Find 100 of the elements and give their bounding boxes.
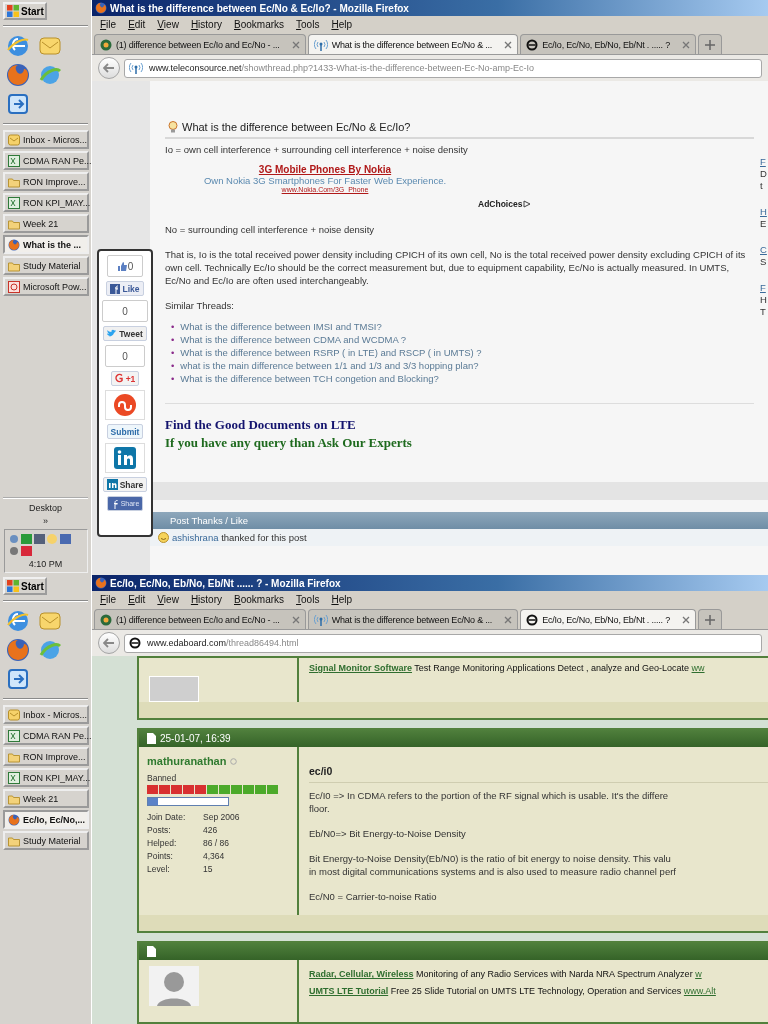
menu-item[interactable]: View <box>157 594 179 605</box>
ad-link[interactable]: Radar, Cellular, Wireless <box>309 969 414 979</box>
stat-value: 86 / 86 <box>203 838 230 848</box>
sidebar-text: T <box>760 306 767 318</box>
taskbar-button[interactable]: Week 21 <box>3 789 89 808</box>
thread-link[interactable]: What is the difference between TCH congetion and Blocking? <box>180 372 439 385</box>
ad-choices-link[interactable]: AdChoices <box>478 199 532 209</box>
sidebar-text: S <box>760 256 768 268</box>
thanks-bar: Post Thanks / Like <box>150 512 768 529</box>
tweet-button[interactable]: Tweet <box>103 326 147 341</box>
post-text: Io = own cell interference + surrounding cell interference + noise density <box>165 143 469 156</box>
taskbar-button[interactable]: Inbox - Micros... <box>3 705 89 724</box>
taskbar-button[interactable]: Study Material <box>3 256 89 275</box>
sidebar-text: t <box>760 180 764 192</box>
submit-button[interactable]: Submit <box>106 424 144 439</box>
spreadsheet-icon <box>8 729 20 742</box>
browser-tab[interactable]: Ec/Io, Ec/No, Eb/No, Eb/Nt . ..... ? <box>520 34 696 54</box>
taskbar-button[interactable]: Ec/Io, Ec/No,... <box>3 810 89 829</box>
menu-item[interactable]: Help <box>331 19 352 30</box>
ad-link[interactable]: UMTS LTE Tutorial <box>309 986 389 996</box>
swirl-logo-icon[interactable] <box>105 390 145 420</box>
fox-globe-icon <box>8 238 20 251</box>
sidebar-text: E <box>760 218 768 230</box>
menu-item[interactable]: Tools <box>296 594 320 605</box>
share-button[interactable]: Share <box>102 477 148 492</box>
sidebar-text: H <box>760 294 768 306</box>
back-button[interactable] <box>98 632 120 654</box>
menu-item[interactable]: Bookmarks <box>234 594 285 605</box>
close-icon <box>291 615 300 624</box>
thread-link[interactable]: What is the difference between IMSI and TMSI? <box>180 320 382 333</box>
menu-item[interactable]: Edit <box>128 19 146 30</box>
start-button[interactable]: Start <box>3 2 47 20</box>
username-link[interactable]: mathuranathan <box>147 755 227 767</box>
thumbs-up-icon <box>116 260 128 272</box>
new-tab-button[interactable] <box>698 34 722 54</box>
menu-item[interactable]: File <box>100 594 117 605</box>
ad-url[interactable]: www.Alt <box>683 986 716 996</box>
sidebar-link[interactable]: H <box>760 206 768 218</box>
expand-chevron[interactable]: » <box>43 516 48 526</box>
left-arrow-icon <box>103 63 115 73</box>
menu-item[interactable]: Edit <box>128 594 146 605</box>
folder-icon <box>8 750 20 763</box>
bullet: • <box>171 346 175 359</box>
taskbar-button[interactable]: RON KPI_MAY... <box>3 768 89 787</box>
sidebar-link[interactable]: F <box>760 156 768 168</box>
taskbar-button[interactable]: Inbox - Micros... <box>3 130 89 149</box>
spreadsheet-icon <box>8 196 20 209</box>
browser-tab[interactable]: What is the difference between Ec/No & ... <box>307 34 519 54</box>
ad-text: Monitoring of any Radio Services with Narda NRA Spectrum Analyzer <box>416 969 693 979</box>
sidebar-link[interactable]: C <box>760 244 768 256</box>
ad-headline[interactable]: 3G Mobile Phones By Nokia <box>258 164 392 175</box>
sidebar-link[interactable]: F <box>760 282 768 294</box>
post-header: 25-01-07, 16:39 <box>139 730 768 747</box>
menu-item[interactable]: Tools <box>296 19 320 30</box>
fox-globe-icon <box>95 2 107 14</box>
stat-label: Points: <box>147 851 174 861</box>
desktop-label[interactable]: Desktop <box>29 503 62 513</box>
arrow-window-icon <box>6 667 30 691</box>
menu-item[interactable]: File <box>100 19 117 30</box>
thread-link[interactable]: What is the difference between RSRP ( in LTE) and RSCP ( in UMTS) ? <box>180 346 482 359</box>
thread-link[interactable]: what is the main difference between 1/1 and 1/3 and 3/3 hopping plan? <box>180 359 479 372</box>
menu-item[interactable]: Help <box>331 594 352 605</box>
menu-item[interactable]: History <box>190 19 222 30</box>
ad-url[interactable]: w <box>695 969 702 979</box>
address-field[interactable]: www.teleconsource.net/showthread.php?1433-What-is-the-difference-between-Ec-No-amp-Ec-Io <box>124 58 762 78</box>
windows-flag-icon <box>7 580 19 592</box>
post-text: Ec/N0 = Carrier-to-noise Ratio <box>309 890 438 903</box>
address-field[interactable]: www.edaboard.com/thread86494.html <box>124 633 762 653</box>
taskbar-button[interactable]: RON Improve... <box>3 172 89 191</box>
taskbar-button[interactable]: Study Material <box>3 831 89 850</box>
ad-url[interactable]: ww <box>691 663 705 673</box>
browser-tab[interactable]: Ec/Io, Ec/No, Eb/No, Eb/Nt . ..... ? <box>520 609 696 629</box>
in-logo-icon[interactable] <box>105 443 145 473</box>
swirl-globe-icon <box>38 638 62 662</box>
taskbar-button[interactable]: RON Improve... <box>3 747 89 766</box>
document-icon <box>147 733 156 744</box>
taskbar-button[interactable]: RON KPI_MAY... <box>3 193 89 212</box>
arrow-window-icon <box>6 92 30 116</box>
promo-text[interactable]: Find the Good Documents on LTE <box>165 416 754 434</box>
back-button[interactable] <box>98 57 120 79</box>
start-button[interactable]: Start <box>3 577 47 595</box>
promo-text[interactable]: If you have any query than Ask Our Experts <box>165 434 754 452</box>
like-button[interactable]: Like <box>106 281 144 296</box>
new-tab-button[interactable] <box>698 609 722 629</box>
taskbar-button[interactable]: What is the ... <box>3 235 89 254</box>
fox-globe-icon <box>8 813 20 826</box>
taskbar-button[interactable]: Microsoft Pow... <box>3 277 89 296</box>
browser-tab[interactable]: (1) difference between Ec/Io and Ec/No - ... <box>94 609 306 629</box>
menu-item[interactable]: View <box>157 19 179 30</box>
plus-one-button[interactable]: +1 <box>110 371 140 386</box>
menu-item[interactable]: Bookmarks <box>234 19 285 30</box>
browser-tab[interactable]: What is the difference between Ec/No & ... <box>307 609 519 629</box>
browser-tab[interactable]: (1) difference between Ec/Io and Ec/No - ... <box>94 34 306 54</box>
ad-link[interactable]: Signal Monitor Software <box>309 663 412 673</box>
taskbar-button[interactable]: CDMA RAN Pe... <box>3 726 89 745</box>
taskbar-button[interactable]: CDMA RAN Pe... <box>3 151 89 170</box>
thread-link[interactable]: What is the difference between CDMA and WCDMA ? <box>180 333 407 346</box>
taskbar-button[interactable]: Week 21 <box>3 214 89 233</box>
menu-item[interactable]: History <box>190 594 222 605</box>
envelope-icon <box>8 133 20 146</box>
